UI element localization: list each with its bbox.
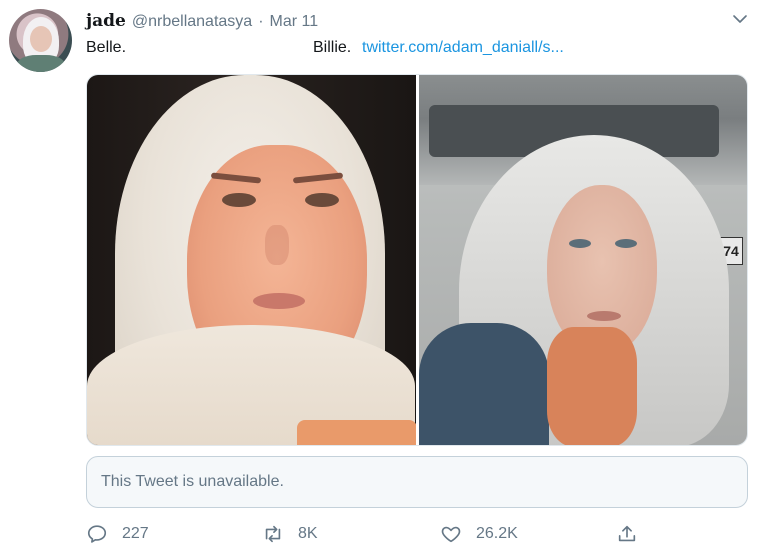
- tweet-actions: 227 8K 26.2K: [86, 519, 756, 549]
- photo-lips: [253, 293, 305, 309]
- photo-nose: [265, 225, 289, 265]
- heart-icon: [441, 526, 461, 543]
- photo-belle[interactable]: [87, 75, 416, 445]
- retweet-icon: [265, 525, 281, 543]
- tweet-header: jade @nrbellanatasya · Mar 11: [86, 11, 318, 33]
- user-handle[interactable]: @nrbellanatasya: [132, 13, 252, 31]
- retweet-count: 8K: [298, 525, 318, 542]
- photo-eye: [305, 193, 339, 207]
- avatar-face: [30, 26, 52, 52]
- like-count: 26.2K: [476, 525, 518, 542]
- photo-eye: [222, 193, 256, 207]
- quoted-tweet-unavailable: This Tweet is unavailable.: [86, 456, 748, 508]
- separator-dot: ·: [258, 13, 264, 30]
- tweet-text: Belle. Billie. twitter.com/adam_daniall/…: [86, 39, 564, 57]
- tweet-text-part1: Belle.: [86, 39, 127, 56]
- photo-scarf: [546, 327, 637, 445]
- tweet-date[interactable]: Mar 11: [270, 13, 319, 31]
- reply-icon: [87, 525, 107, 543]
- reply-button[interactable]: 227: [86, 519, 149, 549]
- tweet-text-part2: Billie.: [313, 39, 352, 56]
- share-icon: [618, 525, 636, 542]
- photo-lips: [586, 311, 621, 321]
- photo-billie[interactable]: 74: [418, 75, 747, 445]
- photo-eye: [568, 239, 591, 248]
- display-name[interactable]: jade: [86, 11, 126, 31]
- avatar[interactable]: [9, 9, 72, 72]
- like-button[interactable]: 26.2K: [440, 519, 518, 549]
- photo-eye: [614, 239, 637, 248]
- photo-shirt: [297, 420, 416, 445]
- unavailable-text: This Tweet is unavailable.: [101, 473, 284, 490]
- retweet-button[interactable]: 8K: [262, 519, 318, 549]
- share-button[interactable]: [616, 519, 638, 549]
- tweet-link[interactable]: twitter.com/adam_daniall/s...: [362, 39, 564, 57]
- avatar-body: [17, 55, 65, 72]
- media-grid: 74: [86, 74, 748, 446]
- chevron-down-icon[interactable]: [731, 10, 749, 28]
- reply-count: 227: [122, 525, 149, 542]
- photo-jacket: [418, 323, 549, 445]
